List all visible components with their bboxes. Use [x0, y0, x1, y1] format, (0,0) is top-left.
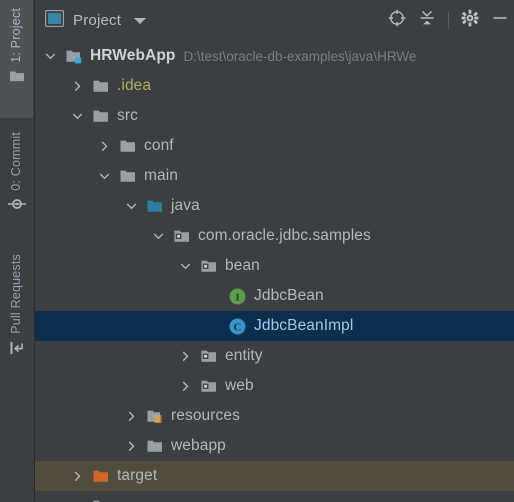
package-icon: [201, 259, 218, 274]
tree-row[interactable]: java: [35, 191, 514, 221]
tree-row[interactable]: webapp: [35, 431, 514, 461]
tree-row-label: com.oracle.jdbc.samples: [198, 227, 371, 244]
folder-icon: [93, 109, 110, 124]
folder-icon: [9, 69, 25, 88]
folder-icon: [147, 439, 164, 454]
tree-row-label: target: [117, 467, 158, 484]
sidebar-item-project-label: 1: Project: [9, 8, 24, 63]
tree-row-label: .idea: [117, 77, 152, 94]
tree-row[interactable]: conf: [35, 131, 514, 161]
chevron-right-icon[interactable]: [125, 410, 138, 423]
svg-text:C: C: [234, 321, 242, 333]
package-icon: [201, 349, 218, 364]
commit-icon: [7, 197, 26, 216]
tree-row-label: resources: [171, 407, 240, 424]
interface-icon: I: [228, 287, 247, 306]
tree-row-label: bean: [225, 257, 260, 274]
sidebar-item-project[interactable]: 1: Project: [0, 0, 33, 118]
tree-row-label: JdbcBeanImpl: [254, 317, 354, 334]
resources-root-folder-icon: [147, 409, 164, 424]
minimize-icon[interactable]: [491, 9, 509, 32]
chevron-right-icon[interactable]: [71, 470, 84, 483]
tree-row[interactable]: web: [35, 371, 514, 401]
chevron-right-icon[interactable]: [179, 350, 192, 363]
excluded-folder-icon: [93, 469, 110, 484]
chevron-right-icon[interactable]: [125, 440, 138, 453]
tree-row-label: HRWebApp: [90, 47, 176, 64]
tree-row[interactable]: target: [35, 461, 514, 491]
select-opened-file-button[interactable]: [388, 9, 406, 32]
folder-icon: [93, 79, 110, 94]
svg-text:I: I: [235, 291, 239, 303]
class-icon: C: [228, 317, 247, 336]
tree-row-label: main: [144, 167, 178, 184]
tree-row[interactable]: I JdbcBean: [35, 281, 514, 311]
source-root-folder-icon: [147, 199, 164, 214]
tree-row-label: webapp: [171, 437, 226, 454]
tree-row-label: conf: [144, 137, 174, 154]
chevron-down-icon[interactable]: [44, 50, 57, 63]
package-icon: [201, 379, 218, 394]
chevron-down-icon[interactable]: [71, 110, 84, 123]
toolbar-separator: [448, 12, 449, 29]
chevron-right-icon[interactable]: [71, 80, 84, 93]
folder-icon: [93, 499, 110, 502]
tree-row[interactable]: src: [35, 101, 514, 131]
pull-request-icon: [9, 340, 25, 361]
tree-row-label: java: [171, 197, 200, 214]
tree-row-label: JdbcBean: [254, 287, 324, 304]
chevron-down-icon[interactable]: [152, 230, 165, 243]
tree-row-partial[interactable]: [35, 491, 514, 502]
tool-window-stripe: 1: Project 0: Commit Pull Requests: [0, 0, 35, 502]
tree-row[interactable]: com.oracle.jdbc.samples: [35, 221, 514, 251]
tree-row[interactable]: .idea: [35, 71, 514, 101]
project-tool-window: 1: Project 0: Commit Pull Requests Proje…: [0, 0, 514, 502]
project-window-icon: [44, 9, 65, 32]
tree-row[interactable]: entity: [35, 341, 514, 371]
chevron-down-icon[interactable]: [179, 260, 192, 273]
chevron-right-icon[interactable]: [98, 140, 111, 153]
tree-row[interactable]: C JdbcBeanImpl: [35, 311, 514, 341]
chevron-right-icon[interactable]: [179, 380, 192, 393]
tree-row-path: D:\test\oracle-db-examples\java\HRWe: [183, 48, 417, 64]
collapse-all-button[interactable]: [418, 9, 436, 32]
sidebar-item-commit[interactable]: 0: Commit: [0, 128, 33, 238]
tree-row[interactable]: resources: [35, 401, 514, 431]
sidebar-item-commit-label: 0: Commit: [9, 132, 24, 191]
tree-row-label: web: [225, 377, 254, 394]
module-folder-icon: [66, 49, 83, 64]
sidebar-item-pull-requests[interactable]: Pull Requests: [0, 250, 33, 395]
chevron-down-icon[interactable]: [98, 170, 111, 183]
tree-row[interactable]: main: [35, 161, 514, 191]
project-tree[interactable]: HRWebApp D:\test\oracle-db-examples\java\…: [35, 41, 514, 502]
tree-row[interactable]: bean: [35, 251, 514, 281]
folder-icon: [120, 169, 137, 184]
chevron-down-icon[interactable]: [125, 200, 138, 213]
project-panel: Project HRWebApp D:\test\oracle-db-examp…: [35, 0, 514, 502]
chevron-down-icon[interactable]: [134, 17, 147, 24]
tree-row[interactable]: HRWebApp D:\test\oracle-db-examples\java\…: [35, 41, 514, 71]
tree-row-label: entity: [225, 347, 263, 364]
gear-icon[interactable]: [461, 9, 479, 32]
folder-icon: [120, 139, 137, 154]
tree-row-label: src: [117, 107, 138, 124]
page-title: Project: [73, 12, 122, 29]
project-toolbar: Project: [35, 0, 514, 41]
sidebar-item-pull-requests-label: Pull Requests: [9, 254, 24, 334]
package-icon: [174, 229, 191, 244]
